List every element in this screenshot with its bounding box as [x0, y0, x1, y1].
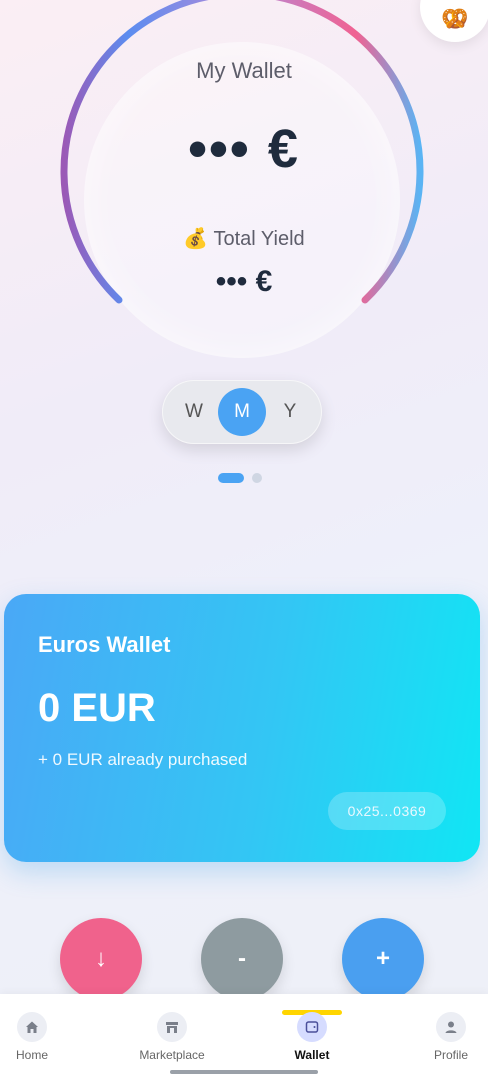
arrow-down-icon: ↓	[95, 945, 107, 972]
wallet-address-chip[interactable]: 0x25...0369	[328, 792, 446, 830]
minus-icon: -	[238, 945, 246, 972]
tab-profile-label: Profile	[433, 1048, 468, 1062]
bottom-tab-bar: Home Marketplace Wallet Profile	[0, 994, 488, 1080]
total-yield-hidden[interactable]: ••• €	[0, 265, 488, 299]
store-icon	[166, 1022, 178, 1033]
plus-icon: +	[375, 945, 390, 972]
page-dot-active[interactable]	[218, 473, 244, 483]
home-icon-wrap	[17, 1012, 47, 1042]
receive-button[interactable]: ↓	[60, 918, 142, 1000]
tab-home-label: Home	[15, 1048, 48, 1062]
tab-marketplace[interactable]: Marketplace	[117, 1012, 227, 1062]
period-month-option[interactable]: M	[218, 388, 266, 436]
total-yield-label: 💰 Total Yield	[0, 226, 488, 251]
home-icon	[26, 1021, 38, 1033]
tab-marketplace-label: Marketplace	[139, 1048, 205, 1062]
store-icon-wrap	[157, 1012, 187, 1042]
wallet-title: My Wallet	[196, 58, 292, 83]
profile-icon-wrap	[436, 1012, 466, 1042]
home-indicator	[170, 1070, 318, 1074]
total-yield-text: Total Yield	[213, 228, 305, 250]
pretzel-avatar-icon: 🥨	[441, 6, 469, 31]
wallet-icon-wrap	[297, 1012, 327, 1042]
page-dot[interactable]	[252, 473, 262, 483]
euros-wallet-card[interactable]: Euros Wallet 0 EUR + 0 EUR already purch…	[4, 594, 480, 862]
tab-home[interactable]: Home	[0, 1012, 87, 1062]
period-week-option[interactable]: W	[170, 388, 218, 436]
page-indicator	[218, 473, 262, 483]
period-year-option[interactable]: Y	[266, 388, 314, 436]
card-title: Euros Wallet	[38, 632, 171, 657]
period-toggle: W M Y	[162, 380, 322, 444]
tab-wallet-label: Wallet	[294, 1048, 330, 1062]
add-funds-button[interactable]: +	[342, 918, 424, 1000]
withdraw-button[interactable]: -	[201, 918, 283, 1000]
wallet-balance-hidden[interactable]: ••• €	[0, 118, 488, 180]
profile-icon	[445, 1021, 457, 1033]
money-bag-icon: 💰	[183, 228, 209, 250]
tab-wallet[interactable]: Wallet	[257, 1012, 367, 1062]
card-purchased-note: + 0 EUR already purchased	[38, 750, 248, 769]
card-balance: 0 EUR	[38, 686, 156, 730]
wallet-icon	[305, 1021, 319, 1033]
tab-profile[interactable]: Profile	[396, 1012, 488, 1062]
